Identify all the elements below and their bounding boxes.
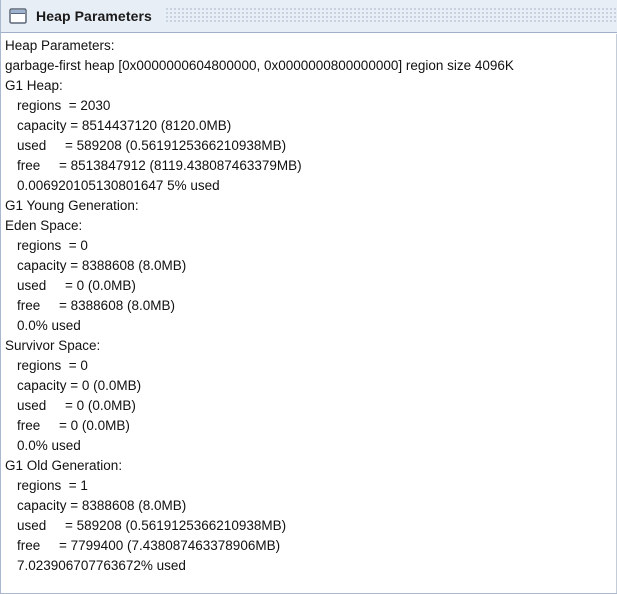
heap-line: used = 589208 (0.5619125366210938MB) (17, 138, 287, 153)
heap-line: capacity = 8388608 (8.0MB) (17, 258, 187, 273)
heap-line: free = 8388608 (8.0MB) (17, 298, 175, 313)
heap-line: 0.006920105130801647 5% used (17, 178, 220, 193)
heap-line: 0.0% used (17, 318, 81, 333)
heap-line: regions = 1 (17, 478, 88, 493)
heap-line: G1 Old Generation: (5, 458, 123, 473)
heap-line: free = 8513847912 (8119.438087463379MB) (17, 158, 302, 173)
window-icon (9, 8, 27, 24)
heap-line: Heap Parameters: (5, 38, 115, 53)
heap-line: free = 7799400 (7.438087463378906MB) (17, 538, 281, 553)
heap-line: used = 0 (0.0MB) (17, 278, 136, 293)
heap-line: Eden Space: (5, 218, 83, 233)
heap-line: 7.023906707763672% used (17, 558, 186, 573)
heap-line: G1 Young Generation: (5, 198, 139, 213)
heap-line: capacity = 8388608 (8.0MB) (17, 498, 187, 513)
heap-line: free = 0 (0.0MB) (17, 418, 130, 433)
heap-line: Survivor Space: (5, 338, 101, 353)
heap-parameters-text-area[interactable]: Heap Parameters: garbage-first heap [0x00… (1, 34, 617, 593)
heap-line: G1 Heap: (5, 78, 63, 93)
heap-line: regions = 2030 (17, 98, 111, 113)
window-title: Heap Parameters (36, 8, 152, 24)
heap-line: regions = 0 (17, 238, 88, 253)
heap-line: used = 589208 (0.5619125366210938MB) (17, 518, 287, 533)
heap-line: capacity = 0 (0.0MB) (17, 378, 142, 393)
heap-line: regions = 0 (17, 358, 88, 373)
heap-line: capacity = 8514437120 (8120.0MB) (17, 118, 232, 133)
heap-parameters-window: Heap Parameters Heap Parameters: garbage-… (0, 0, 617, 594)
heap-line: used = 0 (0.0MB) (17, 398, 136, 413)
window-titlebar[interactable]: Heap Parameters (1, 0, 617, 33)
heap-line: garbage-first heap [0x0000000604800000, … (5, 58, 514, 73)
heap-line: 0.0% used (17, 438, 81, 453)
